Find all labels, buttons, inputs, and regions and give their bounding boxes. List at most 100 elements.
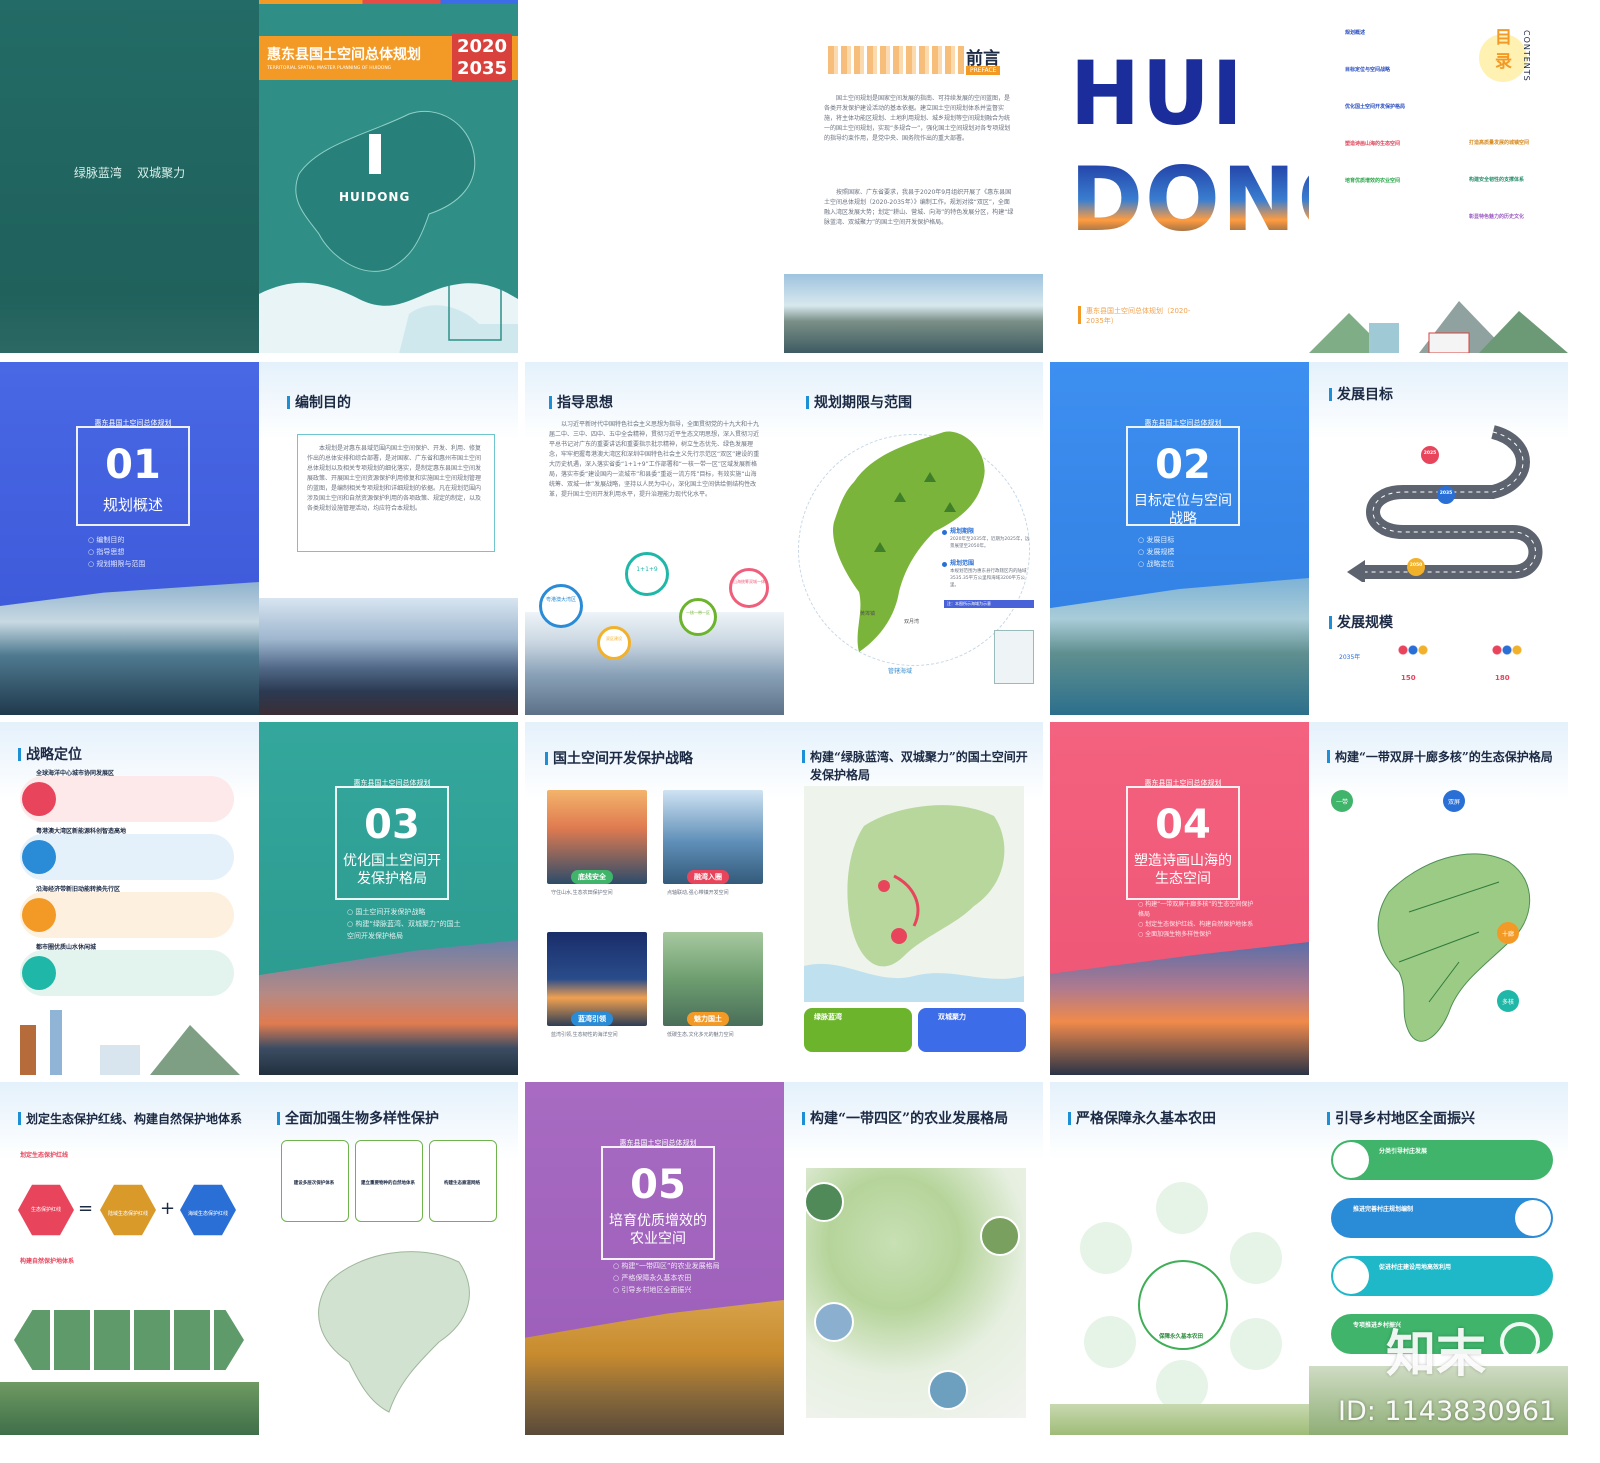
redline-photo	[0, 1382, 259, 1435]
period-bullet	[942, 562, 947, 567]
page-title: 全面加强生物多样性保护	[277, 1111, 439, 1127]
eco-tag-label: 十廊	[1501, 931, 1514, 938]
position-skyline	[20, 1010, 240, 1075]
cover-county-map	[259, 110, 518, 353]
section-items: 发展目标 发展规模 战略定位	[1138, 534, 1174, 570]
agri-photo-bubble	[814, 1302, 854, 1342]
pattern-page: 构建“绿脉蓝湾、双城聚力”的国土空间开发保护格局 绿脉蓝湾 双城聚力	[784, 722, 1043, 1075]
huidong-page: HUI DONG 惠东县国土空间总体规划（2020-2035年）	[1050, 0, 1309, 353]
period-page: 规划期限与范围 规划期限 2020年至2035年，近期为2025年，远景展望至2…	[784, 362, 1043, 715]
purpose-page: 编制目的 本规划是对惠东县域范围内国土空间保护、开发、利用、修复作出的总体安排和…	[259, 362, 518, 715]
pattern-legend-right-title: 双城聚力	[938, 1013, 966, 1021]
preface-photo	[784, 274, 1043, 353]
purpose-body: 本规划是对惠东县域范围内国土空间保护、开发、利用、修复作出的总体安排和综合部署，…	[307, 445, 482, 512]
section-item[interactable]: 国土空间开发保护战略	[347, 906, 467, 918]
guide-pin-label: 粤港澳大湾区	[545, 597, 576, 603]
contents-item[interactable]: 规划概述	[1345, 30, 1455, 37]
cover-slogan: 绿脉蓝湾 双城聚力	[73, 166, 186, 180]
bio-page: 全面加强生物多样性保护 建设多层次保护体系 建立重要物种的自然地体系 构建生态廊…	[259, 1082, 518, 1435]
section-title: 规划概述	[102, 496, 163, 514]
rural-item-label: 促进村庄建设用地高效利用	[1379, 1264, 1452, 1271]
cover-map-label: HUIDONG	[339, 190, 411, 204]
scale-value-a: 150	[1401, 674, 1416, 682]
agri-photo-bubble	[928, 1370, 968, 1410]
contents-item[interactable]: 目标定位与空间战略	[1345, 67, 1455, 74]
strategy-caption: 低碳生态,文化多元的魅力空间	[667, 1032, 734, 1038]
farm-photo	[1050, 1404, 1309, 1435]
section-item[interactable]: 划定生态保护红线、构建自然保护地体系	[1138, 920, 1258, 930]
rural-item-label: 分类引导村庄发展	[1379, 1148, 1428, 1155]
section-item[interactable]: 构建“一带四区”的农业发展格局	[613, 1260, 733, 1272]
contents-item[interactable]: 打造高质量发展的城镇空间	[1469, 140, 1561, 147]
position-item: 粤港澳大湾区新能源科创智造高地	[36, 828, 127, 835]
page-title: 发展目标	[1329, 387, 1393, 403]
guide-body: 以习近平新时代中国特色社会主义思想为指导，全面贯彻党的十九大和十九届二中、三中、…	[549, 421, 760, 498]
section-item[interactable]: 编制目的	[88, 534, 145, 546]
section-items: 构建“一带四区”的农业发展格局 严格保障永久基本农田 引导乡村地区全面振兴	[613, 1260, 733, 1296]
section-items: 国土空间开发保护战略 构建“绿脉蓝湾、双城聚力”的国土空间开发保护格局	[347, 906, 467, 942]
section-photo	[0, 582, 259, 715]
pattern-legend-left-title: 绿脉蓝湾	[814, 1013, 842, 1021]
preface-paragraph-1: 国土空间规划是国家空间发展的指南、可持续发展的空间蓝图，是各类开发保护建设活动的…	[824, 95, 1011, 142]
agri-photo-bubble	[980, 1216, 1020, 1256]
section-title: 培育优质增效的农业空间	[609, 1213, 707, 1247]
contents-item[interactable]: 塑造诗画山海的生态空间	[1345, 141, 1455, 148]
redline-hex-label: 生态保护红线	[30, 1207, 61, 1213]
huidong-caption: 惠东县国土空间总体规划（2020-2035年）	[1086, 307, 1191, 325]
section-02-page: 惠东县国土空间总体规划 02 目标定位与空间战略 发展目标 发展规模 战略定位	[1050, 362, 1309, 715]
strategy-label: 底线安全	[571, 870, 613, 884]
bio-card-title: 建立重要物种的自然地体系	[361, 1181, 415, 1186]
redline-page: 划定生态保护红线、构建自然保护地体系 划定生态保护红线 生态保护红线 = 陆域生…	[0, 1082, 259, 1435]
section-item[interactable]: 引导乡村地区全面振兴	[613, 1284, 733, 1296]
farm-node	[1080, 1222, 1132, 1274]
agri-photo-bubble	[804, 1182, 844, 1222]
purpose-photo	[259, 598, 518, 715]
farm-node	[1230, 1318, 1282, 1370]
site-badge-id: ID: 1143830961	[1338, 1396, 1557, 1427]
bio-card-title: 构建生态廊道网络	[444, 1181, 480, 1186]
redline-plus: +	[160, 1198, 176, 1219]
guide-pin-label: 双区建设	[606, 636, 622, 641]
scale-people-icon	[1489, 644, 1523, 668]
bio-map	[318, 1251, 470, 1413]
period-inset-map	[994, 630, 1034, 684]
preface-skyline	[828, 46, 964, 74]
section-item[interactable]: 构建“绿脉蓝湾、双城聚力”的国土空间开发保护格局	[347, 918, 467, 942]
section-item[interactable]: 发展规模	[1138, 546, 1174, 558]
guide-pin-shuangqu	[597, 626, 631, 660]
page-title: 引导乡村地区全面振兴	[1327, 1111, 1475, 1127]
contents-item[interactable]: 构建安全韧性的支撑体系	[1469, 177, 1561, 184]
rural-item-icon	[1333, 1142, 1369, 1178]
section-item[interactable]: 发展目标	[1138, 534, 1174, 546]
section-photo	[259, 940, 518, 1075]
redline-sub-1: 划定生态保护红线	[20, 1152, 69, 1159]
guide-pin-bayarea	[539, 584, 583, 628]
section-item[interactable]: 全面加强生物多样性保护	[1138, 930, 1258, 940]
page-title: 编制目的	[287, 395, 351, 411]
section-number-box: 04 塑造诗画山海的生态空间	[1126, 786, 1240, 900]
contents-list-right: 打造高质量发展的城镇空间 构建安全韧性的支撑体系 彰显特色魅力的历史文化	[1469, 140, 1561, 251]
section-item[interactable]: 严格保障永久基本农田	[613, 1272, 733, 1284]
preface-paragraph-2: 按照国家、广东省要求，我县于2020年9月组织开展了《惠东县国土空间总体规划（2…	[824, 189, 1014, 226]
huidong-line-2: DONG	[1070, 150, 1309, 250]
section-item[interactable]: 指导思想	[88, 546, 145, 558]
cover-subtitle: TERRITORIAL SPATIAL MASTER PLANNING OF H…	[267, 66, 392, 71]
contents-item[interactable]: 优化国土空间开发保护格局	[1345, 104, 1455, 111]
section-number-box: 05 培育优质增效的农业空间	[601, 1146, 715, 1260]
cover-back-hills	[0, 293, 259, 353]
strategy-caption: 点轴联动,强心带镇开发空间	[667, 890, 729, 896]
section-item[interactable]: 构建“一带双屏十廊多核”的生态空间保护格局	[1138, 900, 1258, 920]
contents-page: 目录 CONTENTS 规划概述 目标定位与空间战略 优化国土空间开发保护格局 …	[1309, 0, 1568, 353]
contents-item[interactable]: 培育优质增效的农业空间	[1345, 178, 1455, 185]
cover-year-start: 2020	[456, 36, 508, 57]
section-item[interactable]: 战略定位	[1138, 558, 1174, 570]
section-number: 03	[364, 802, 420, 848]
cover-stripe	[259, 0, 518, 4]
strategy-label: 蓝湾引领	[571, 1012, 613, 1026]
contents-item[interactable]: 彰显特色魅力的历史文化	[1469, 214, 1561, 221]
section-item[interactable]: 规划期限与范围	[88, 558, 145, 570]
rural-item-icon	[1515, 1200, 1551, 1236]
redline-hex-grid	[14, 1310, 244, 1370]
strategy-caption: 蓝湾引领,生态韧性的海洋空间	[551, 1032, 618, 1038]
rural-item-icon	[1333, 1258, 1369, 1294]
